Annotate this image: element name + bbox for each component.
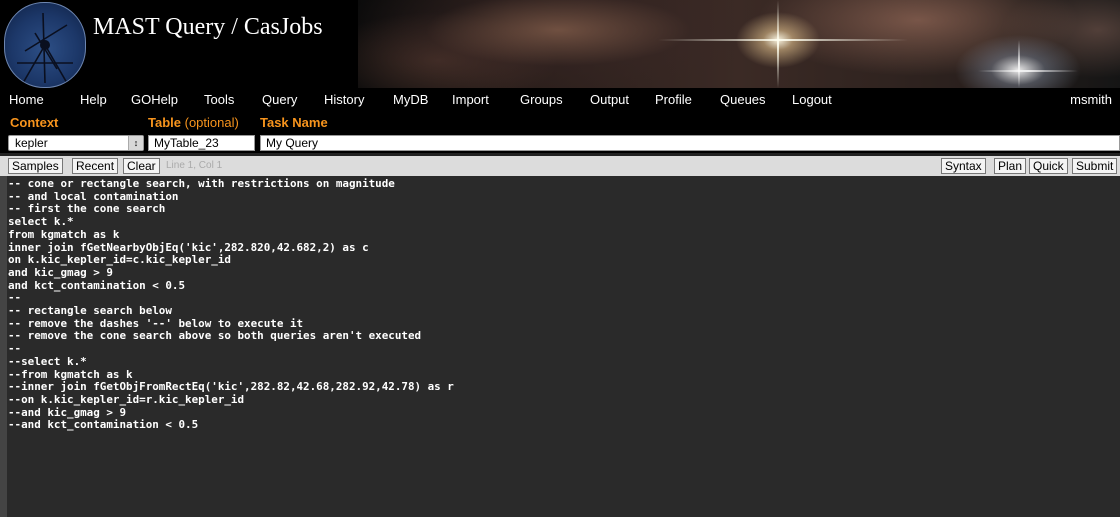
code-line: from kgmatch as k: [8, 227, 120, 241]
task-name-label: Task Name: [260, 115, 328, 130]
code-line: -- cone or rectangle search, with restri…: [8, 177, 395, 190]
nebula-banner-image: [358, 0, 1120, 88]
nav-home[interactable]: Home: [9, 92, 44, 107]
code-line: --on k.kic_kepler_id=r.kic_kepler_id: [8, 392, 245, 406]
nav-output[interactable]: Output: [590, 92, 629, 107]
code-line: -- remove the cone search above so both …: [8, 329, 422, 343]
editor-toolbar: Samples Recent Clear Line 1, Col 1 Synta…: [0, 156, 1120, 176]
code-line: --and kct_contamination < 0.5: [8, 418, 199, 432]
plan-button[interactable]: Plan: [994, 158, 1027, 174]
nav-import[interactable]: Import: [452, 92, 489, 107]
code-line: -- and local contamination: [8, 189, 179, 203]
quick-button[interactable]: Quick: [1029, 158, 1068, 174]
nav-groups[interactable]: Groups: [520, 92, 563, 107]
code-line: and kct_contamination < 0.5: [8, 278, 186, 292]
header-banner: MAST Query / CasJobs: [0, 0, 1120, 88]
table-input[interactable]: MyTable_23: [148, 135, 255, 151]
query-editor[interactable]: -- cone or rectangle search, with restri…: [0, 176, 1120, 517]
code-line: --: [8, 291, 22, 305]
nav-profile[interactable]: Profile: [655, 92, 692, 107]
context-inputs-row: kepler ↕ MyTable_23 My Query: [0, 133, 1120, 153]
nav-tools[interactable]: Tools: [204, 92, 234, 107]
app-title: MAST Query / CasJobs: [93, 14, 323, 40]
cursor-position: Line 1, Col 1: [166, 160, 223, 171]
nav-query[interactable]: Query: [262, 92, 297, 107]
context-select-value: kepler: [15, 136, 48, 150]
nav-logout[interactable]: Logout: [792, 92, 832, 107]
user-name[interactable]: msmith: [1070, 92, 1112, 107]
nav-gohelp[interactable]: GOHelp: [131, 92, 178, 107]
nav-queues[interactable]: Queues: [720, 92, 766, 107]
table-optional-text: (optional): [184, 115, 239, 130]
recent-button[interactable]: Recent: [72, 158, 119, 174]
context-label: Context: [10, 115, 59, 130]
code-line: -- first the cone search: [8, 202, 166, 216]
select-arrows-icon: ↕: [128, 136, 143, 150]
submit-button[interactable]: Submit: [1072, 158, 1118, 174]
code-line: and kic_gmag > 9: [8, 265, 113, 279]
clear-button[interactable]: Clear: [123, 158, 160, 174]
nav-help[interactable]: Help: [80, 92, 107, 107]
samples-button[interactable]: Samples: [8, 158, 63, 174]
query-code: -- cone or rectangle search, with restri…: [7, 176, 1120, 432]
context-labels-row: Context Table (optional) Task Name: [0, 112, 1120, 133]
main-nav: Home Help GOHelp Tools Query History MyD…: [0, 88, 1120, 112]
code-line: --select k.*: [8, 354, 87, 368]
code-line: --: [8, 342, 22, 356]
context-select[interactable]: kepler ↕: [8, 135, 144, 151]
nav-history[interactable]: History: [324, 92, 364, 107]
code-line: -- rectangle search below: [8, 304, 172, 318]
telescope-logo-icon: [4, 2, 86, 88]
code-line: on k.kic_kepler_id=c.kic_kepler_id: [8, 253, 231, 267]
nav-mydb[interactable]: MyDB: [393, 92, 428, 107]
table-label-text: Table: [148, 115, 181, 130]
syntax-button[interactable]: Syntax: [941, 158, 986, 174]
table-label: Table (optional): [148, 115, 239, 130]
code-line: select k.*: [8, 215, 74, 229]
task-name-input[interactable]: My Query: [260, 135, 1120, 151]
